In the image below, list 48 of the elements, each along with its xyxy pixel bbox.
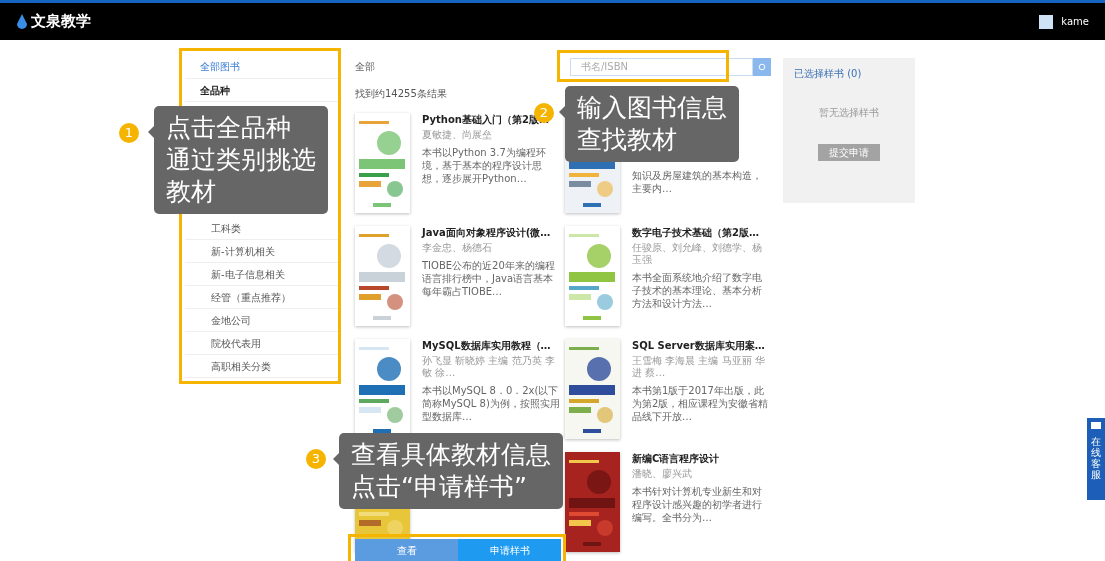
category-item[interactable]: 高职相关分类: [185, 355, 340, 378]
book-description: 本书第1版于2017年出版，此为第2版，相应课程为安徽省精品线下开放…: [632, 384, 770, 423]
user-name[interactable]: kame: [1061, 14, 1089, 29]
empty-message: 暂无选择样书: [819, 106, 879, 120]
callout-text: 通过类别挑选: [166, 144, 316, 176]
sidebar-title[interactable]: 全部图书: [185, 54, 340, 79]
search-field[interactable]: 书名/ISBN: [570, 57, 753, 76]
book-description: 知识及房屋建筑的基本构造，主要内…: [632, 169, 763, 195]
chat-icon: [1091, 422, 1101, 429]
callout-text: 点击“申请样书”: [351, 471, 527, 503]
book-authors: 任骏原、刘允峰、刘德学、杨玉强: [632, 242, 763, 266]
breadcrumb: 全部: [355, 60, 375, 74]
book-description: 本书全面系统地介绍了数字电子技术的基本理论、基本分析方法和设计方法…: [632, 271, 763, 310]
category-item[interactable]: 全品种: [185, 79, 340, 102]
category-item[interactable]: 经管（重点推荐）: [185, 286, 340, 309]
callout-text: 输入图书信息: [577, 92, 727, 124]
panel-title: 已选择样书 (0): [793, 67, 862, 81]
category-item[interactable]: 金地公司: [185, 309, 340, 332]
book-title[interactable]: SQL Server数据库实用案…: [632, 339, 765, 352]
book-title[interactable]: MySQL数据库实用教程（…: [422, 339, 551, 352]
callout-text: 教材: [166, 176, 216, 208]
callout-text: 查找教材: [577, 124, 677, 156]
book-authors: 李金忠、杨德石: [422, 242, 492, 254]
book-title[interactable]: 新编C语言程序设计: [632, 452, 720, 465]
category-item[interactable]: 新-电子信息相关: [185, 263, 340, 286]
avatar-icon[interactable]: [1039, 14, 1054, 29]
book-description: 本书以MySQL 8．0．2x(以下简称MySQL 8)为例，按照实用型数据库…: [422, 384, 561, 423]
book-title[interactable]: 数字电子技术基础（第2版…: [632, 226, 759, 239]
category-item[interactable]: 院校代表用: [185, 332, 340, 355]
category-item[interactable]: 工科类: [185, 217, 340, 240]
category-item[interactable]: 新-计算机相关: [185, 240, 340, 263]
step-number-badge: 3: [306, 449, 326, 469]
book-authors: 潘晓、廖兴武: [632, 468, 692, 480]
droplet-logo-icon: [16, 13, 28, 30]
logo-text[interactable]: 文泉教学: [31, 10, 91, 33]
book-authors: 孙飞显 靳晓婷 主编 范乃英 李敏 徐…: [422, 355, 556, 379]
chat-label: 在线客服: [1091, 436, 1101, 480]
book-description: TIOBE公布的近20年来的编程语言排行榜中，Java语言基本每年霸占TIOBE…: [422, 259, 556, 298]
book-title[interactable]: Java面向对象程序设计(微…: [422, 226, 551, 239]
callout-text: 查看具体教材信息: [351, 439, 551, 471]
callout-text: 点击全品种: [166, 112, 291, 144]
chat-widget[interactable]: 在线客服: [1087, 418, 1105, 500]
result-count: 找到约14255条结果: [355, 87, 448, 101]
book-authors: 夏敏捷、尚展垒: [422, 129, 492, 141]
step-number-badge: 1: [119, 123, 139, 143]
book-description: 本书以Python 3.7为编程环境，基于基本的程序设计思想，逐步展开Python…: [422, 146, 547, 185]
book-authors: 王雪梅 李海晨 主编 马亚丽 华进 蔡…: [632, 355, 766, 379]
book-description: 本书针对计算机专业新生和对程序设计感兴趣的初学者进行编写。全书分为…: [632, 485, 763, 524]
